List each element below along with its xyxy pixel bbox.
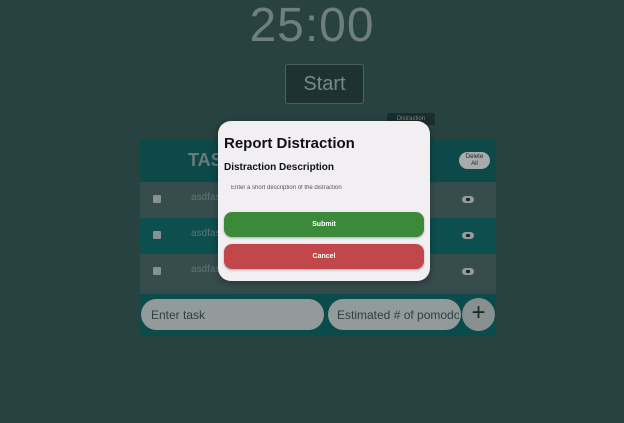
- cancel-button[interactable]: Cancel: [224, 244, 424, 269]
- distraction-description-input[interactable]: [224, 181, 424, 195]
- report-distraction-modal: Report Distraction Distraction Descripti…: [218, 121, 430, 281]
- submit-button[interactable]: Submit: [224, 212, 424, 237]
- modal-title: Report Distraction: [224, 135, 355, 152]
- modal-subtitle: Distraction Description: [224, 162, 335, 173]
